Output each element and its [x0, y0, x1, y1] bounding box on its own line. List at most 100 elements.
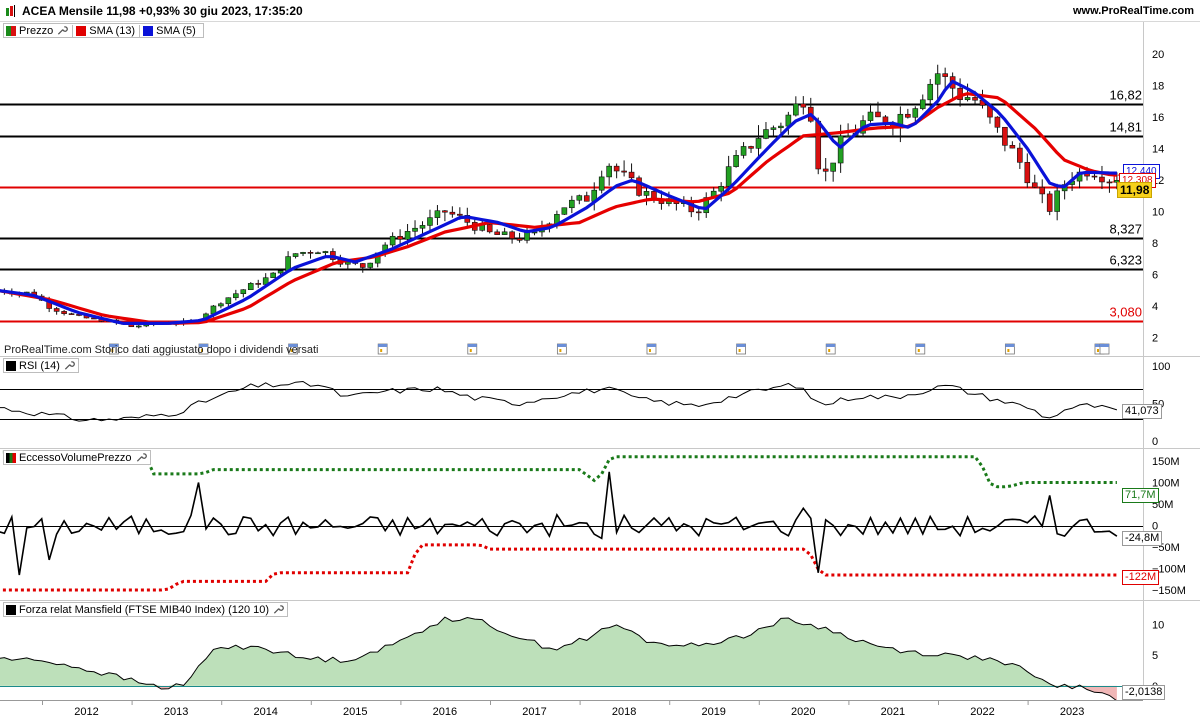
candle-body: [61, 311, 67, 314]
dividend-icon-top: [736, 344, 746, 347]
x-axis-year-2017: 2017: [522, 706, 546, 718]
candle-body: [763, 129, 769, 139]
mansfield-y-tick-0: 10: [1152, 619, 1164, 631]
x-axis-year-2022: 2022: [970, 706, 994, 718]
level-label-4: 6,323: [1109, 253, 1142, 268]
x-axis-year-2023: 2023: [1060, 706, 1084, 718]
level-label-3: 8,327: [1109, 222, 1142, 237]
dividend-icon-top: [646, 344, 656, 347]
candle-body: [905, 113, 911, 118]
candle-body: [255, 283, 262, 285]
candle-body: [837, 135, 844, 164]
price-legend[interactable]: Prezzo SMA (13) SMA (5): [3, 23, 204, 38]
candle-body: [404, 231, 411, 240]
candle-body: [613, 165, 620, 172]
legend-price[interactable]: Prezzo: [6, 25, 72, 37]
price-y-tick-2: 6: [1152, 270, 1158, 282]
candle-body: [621, 170, 627, 173]
candle-body: [1002, 126, 1008, 146]
candle-body: [942, 73, 948, 77]
dividend-calendar-icon: [1099, 343, 1110, 355]
wrench-icon[interactable]: [63, 360, 75, 371]
candle-body: [397, 235, 403, 240]
dividend-calendar-icon: [646, 343, 657, 355]
vol-y-tick-6: −150M: [1152, 585, 1186, 597]
rsi-legend[interactable]: RSI (14): [3, 358, 79, 373]
mansfield-value-badge: -2,0138: [1122, 685, 1166, 700]
dividend-icon-top: [1100, 344, 1109, 347]
legend-sma5-label: SMA (5): [156, 24, 196, 37]
candle-body: [270, 272, 276, 279]
dividend-icon-top: [915, 344, 925, 347]
candle-body: [1099, 176, 1105, 183]
candle-body: [1024, 162, 1031, 184]
candle-body: [509, 231, 515, 239]
volume-legend[interactable]: EccessoVolumePrezzo: [3, 450, 151, 465]
price-y-tick-1: 4: [1152, 301, 1158, 313]
rsi-legend-label: RSI (14): [19, 359, 60, 372]
sma13-swatch-icon: [76, 25, 87, 36]
candle-body: [867, 111, 874, 121]
dividend-icon-mark: [380, 349, 383, 352]
price-y-tick-8: 18: [1152, 80, 1164, 92]
dividend-calendar-icon: [1004, 343, 1015, 355]
candle-body: [247, 283, 254, 291]
candle-body: [718, 185, 724, 192]
candle-body: [755, 138, 762, 149]
x-axis-year-2013: 2013: [164, 706, 188, 718]
candle-body: [800, 103, 807, 108]
candle-body: [1039, 186, 1046, 195]
price-y-tick-7: 16: [1152, 112, 1164, 124]
candle-body: [830, 162, 836, 172]
candle-body: [740, 146, 747, 156]
wrench-icon[interactable]: [272, 604, 284, 615]
level-label-5: 3,080: [1109, 305, 1142, 320]
x-axis-year-2018: 2018: [612, 706, 636, 718]
x-axis-year-2015: 2015: [343, 706, 367, 718]
candle-body: [725, 166, 732, 187]
candle-body: [322, 251, 329, 254]
candle-body: [1054, 190, 1060, 212]
mansfield-swatch-icon: [6, 604, 16, 615]
dividend-icon-mark: [559, 349, 562, 352]
wrench-icon[interactable]: [56, 25, 69, 36]
mansfield-legend[interactable]: Forza relat Mansfield (FTSE MIB40 Index)…: [3, 602, 289, 617]
candle-body: [628, 171, 635, 179]
dividend-calendar-icon: [825, 343, 836, 355]
candle-body: [748, 146, 754, 149]
candle-body: [972, 97, 978, 101]
candle-body: [569, 199, 575, 209]
price-y-tick-3: 8: [1152, 238, 1158, 250]
wrench-icon[interactable]: [135, 452, 147, 463]
candle-body: [919, 99, 926, 109]
volume-swatch-icon: [6, 452, 16, 463]
candle-body: [135, 325, 142, 328]
dividend-icon-top: [467, 344, 477, 347]
candle-body: [1046, 193, 1053, 212]
price-y-tick-6: 14: [1152, 143, 1164, 155]
candle-body: [419, 225, 426, 229]
vol-y-tick-0: 150M: [1152, 456, 1180, 468]
candle-body: [793, 103, 799, 116]
dividend-calendar-icon: [377, 343, 388, 355]
legend-sma13[interactable]: SMA (13): [72, 24, 139, 37]
candle-body: [845, 135, 851, 138]
legend-sma5[interactable]: SMA (5): [139, 24, 200, 37]
candle-body: [770, 127, 777, 130]
sma5-swatch-icon: [143, 25, 154, 36]
rsi-swatch-icon: [6, 360, 16, 371]
candle-body: [300, 252, 306, 254]
dividend-icon-top: [557, 344, 567, 347]
candle-body: [494, 231, 500, 235]
dividend-icon-mark: [1007, 349, 1010, 352]
price-y-tick-4: 10: [1152, 207, 1164, 219]
candle-body: [307, 252, 314, 254]
dividend-calendar-icon: [556, 343, 567, 355]
candle-body: [218, 303, 224, 307]
candle-body: [389, 235, 396, 246]
rsi-y-tick-0: 0: [1152, 436, 1158, 448]
candle-body: [1009, 145, 1016, 149]
level-label-1: 14,81: [1109, 120, 1142, 135]
candle-body: [695, 211, 702, 214]
candle-body: [606, 165, 612, 178]
